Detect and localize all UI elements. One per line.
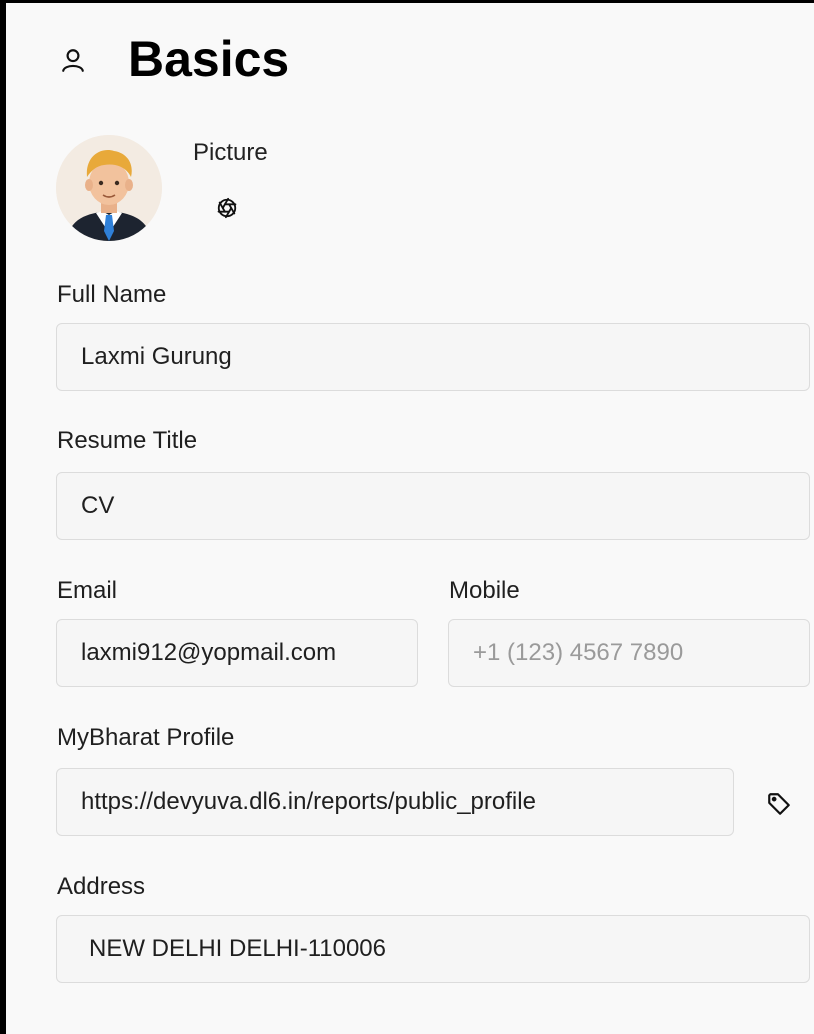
tag-icon[interactable] [766,791,792,817]
email-input[interactable]: laxmi912@yopmail.com [56,619,418,687]
basics-panel: Basics Picture Full Name Laxmi Gurung Re… [0,0,814,1034]
address-input[interactable]: NEW DELHI DELHI-110006 [56,915,810,983]
avatar[interactable] [56,135,162,241]
address-label: Address [57,873,146,900]
aperture-icon[interactable] [216,197,238,219]
picture-label: Picture [193,139,268,166]
email-label: Email [57,577,118,604]
mybharat-profile-input[interactable]: https://devyuva.dl6.in/reports/public_pr… [56,768,734,836]
resume-title-label: Resume Title [57,427,198,454]
full-name-input[interactable]: Laxmi Gurung [56,323,810,391]
full-name-label: Full Name [57,281,167,308]
resume-title-input[interactable]: CV [56,472,810,540]
avatar-illustration [56,135,162,241]
user-icon [62,49,84,72]
mobile-label: Mobile [449,577,520,604]
page-title: Basics [128,31,290,87]
mybharat-profile-label: MyBharat Profile [57,724,235,751]
mobile-input[interactable]: +1 (123) 4567 7890 [448,619,810,687]
